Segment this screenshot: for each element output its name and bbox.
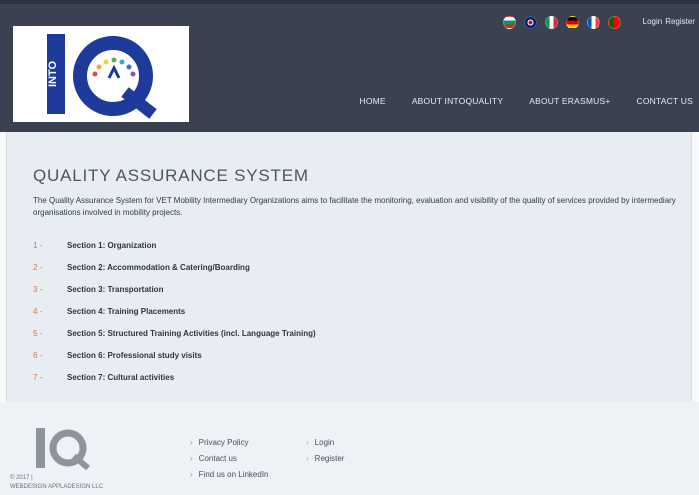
list-item: 3 - Section 3: Transportation	[33, 278, 316, 300]
section-number: 1 -	[33, 240, 43, 250]
section-link-study-visits[interactable]: Section 6: Professional study visits	[67, 351, 202, 360]
nav-home[interactable]: HOME	[360, 96, 386, 106]
section-number: 7 -	[33, 372, 43, 382]
section-link-training-placements[interactable]: Section 4: Training Placements	[67, 307, 185, 316]
language-flags	[503, 16, 621, 29]
section-link-accommodation[interactable]: Section 2: Accommodation & Catering/Boar…	[67, 263, 250, 272]
page-title: QUALITY ASSURANCE SYSTEM	[33, 166, 309, 185]
portuguese-flag-icon[interactable]	[608, 16, 621, 29]
footer-link-linkedin[interactable]: Find us on LinkedIn	[190, 466, 269, 482]
intoquality-logo-icon: INTO	[47, 34, 157, 119]
nav-contact-us[interactable]: CONTACT US	[637, 96, 693, 106]
site-footer: © 2017 | WEBDESIGN APPLADESIGN LLC Priva…	[0, 402, 699, 495]
section-number: 4 -	[33, 306, 43, 316]
site-logo[interactable]: INTO	[13, 26, 189, 122]
bulgarian-flag-icon[interactable]	[503, 16, 516, 29]
login-link[interactable]: Login	[643, 17, 663, 26]
list-item: 7 - Section 7: Cultural activities	[33, 366, 316, 388]
main-nav: HOME ABOUT INTOQUALITY ABOUT ERASMUS+ CO…	[360, 96, 694, 106]
section-link-structured-training[interactable]: Section 5: Structured Training Activitie…	[67, 329, 316, 338]
section-link-organization[interactable]: Section 1: Organization	[67, 241, 156, 250]
footer-links-primary: Privacy Policy Contact us Find us on Lin…	[190, 434, 269, 482]
list-item: 2 - Section 2: Accommodation & Catering/B…	[33, 256, 316, 278]
footer-link-register[interactable]: Register	[306, 450, 345, 466]
section-link-cultural-activities[interactable]: Section 7: Cultural activities	[67, 373, 174, 382]
footer-link-login[interactable]: Login	[306, 434, 344, 450]
footer-links-account: Login Register	[306, 434, 345, 466]
footer-link-privacy-policy[interactable]: Privacy Policy	[190, 434, 269, 450]
section-number: 2 -	[33, 262, 43, 272]
list-item: 5 - Section 5: Structured Training Activi…	[33, 322, 316, 344]
section-list: 1 - Section 1: Organization 2 - Section 2:…	[33, 234, 316, 388]
list-item: 6 - Section 6: Professional study visits	[33, 344, 316, 366]
main-content: QUALITY ASSURANCE SYSTEM The Quality Ass…	[6, 132, 692, 402]
section-number: 3 -	[33, 284, 43, 294]
copyright-year: © 2017 |	[10, 475, 33, 481]
nav-about-erasmus[interactable]: ABOUT ERASMUS+	[529, 96, 610, 106]
svg-text:INTO: INTO	[47, 61, 59, 88]
section-number: 5 -	[33, 328, 43, 338]
uk-flag-icon[interactable]	[524, 16, 537, 29]
nav-about-intoquality[interactable]: ABOUT INTOQUALITY	[412, 96, 503, 106]
footer-link-contact-us[interactable]: Contact us	[190, 450, 269, 466]
register-link[interactable]: Register	[665, 17, 695, 26]
footer-logo-icon[interactable]	[34, 426, 94, 472]
copyright: © 2017 | WEBDESIGN APPLADESIGN LLC	[10, 474, 103, 492]
italian-flag-icon[interactable]	[545, 16, 558, 29]
list-item: 4 - Section 4: Training Placements	[33, 300, 316, 322]
webdesign-credit[interactable]: WEBDESIGN APPLADESIGN LLC	[10, 483, 103, 492]
site-header: INTO Login Register HOME ABOUT INTOQUALI…	[0, 0, 699, 132]
section-link-transportation[interactable]: Section 3: Transportation	[67, 285, 163, 294]
section-number: 6 -	[33, 350, 43, 360]
french-flag-icon[interactable]	[587, 16, 600, 29]
list-item: 1 - Section 1: Organization	[33, 234, 316, 256]
intro-text: The Quality Assurance System for VET Mob…	[33, 196, 676, 217]
account-links: Login Register	[643, 17, 695, 26]
german-flag-icon[interactable]	[566, 16, 579, 29]
